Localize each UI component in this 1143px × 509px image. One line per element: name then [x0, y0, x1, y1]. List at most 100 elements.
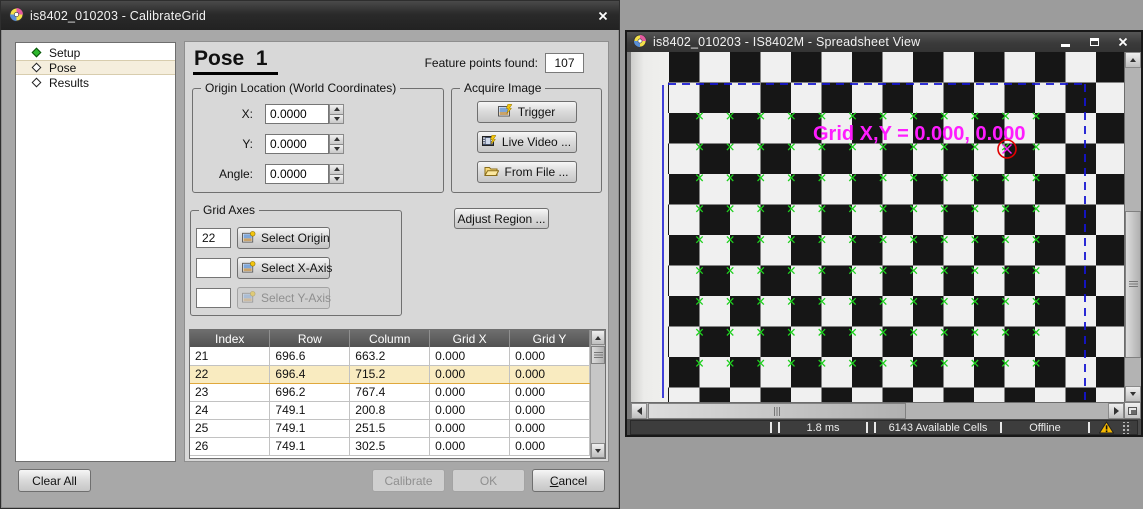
minimize-icon[interactable]	[1057, 35, 1073, 49]
from-file-button[interactable]: From File ...	[477, 161, 577, 183]
scroll-down-icon[interactable]	[591, 443, 605, 458]
origin-x-spinner[interactable]	[329, 104, 344, 124]
column-header-grid-y[interactable]: Grid Y	[510, 330, 590, 347]
close-icon[interactable]	[595, 9, 611, 23]
page-title: Pose 1	[193, 47, 278, 75]
window-title: is8402_010203 - IS8402M - Spreadsheet Vi…	[653, 35, 920, 49]
button-label: Cancel	[550, 474, 587, 488]
maximize-icon[interactable]	[1086, 35, 1102, 49]
spin-down-icon[interactable]	[329, 115, 344, 125]
sidebar-item-pose[interactable]: Pose	[16, 60, 175, 75]
origin-y-field[interactable]	[265, 134, 329, 154]
graphics-overlay: Grid X,Y = 0.000, 0.000	[631, 52, 1124, 402]
table-row[interactable]: 22696.4715.20.0000.000	[190, 365, 590, 383]
scroll-down-icon[interactable]	[1125, 386, 1141, 402]
column-header-grid-x[interactable]: Grid X	[430, 330, 510, 347]
spreadsheet-view-window: is8402_010203 - IS8402M - Spreadsheet Vi…	[625, 30, 1143, 437]
insight-logo-icon	[9, 7, 24, 25]
hollow-diamond-icon	[32, 63, 42, 73]
group-title: Origin Location (World Coordinates)	[201, 81, 400, 95]
available-cells: 6143 Available Cells	[879, 421, 997, 434]
origin-angle-field[interactable]	[265, 164, 329, 184]
table-cell: 0.000	[430, 383, 510, 401]
clear-all-button[interactable]: Clear All	[18, 469, 91, 492]
statusbar-separator	[874, 422, 876, 433]
calibrate-button: Calibrate	[372, 469, 445, 492]
sidebar-item-setup[interactable]: Setup	[16, 45, 175, 60]
feature-table-body: 21696.6663.20.0000.00022696.4715.20.0000…	[190, 347, 590, 455]
x-axis-index-field[interactable]	[196, 258, 231, 278]
group-title: Grid Axes	[199, 203, 259, 217]
table-row[interactable]: 26749.1302.50.0000.000	[190, 437, 590, 455]
select-x-axis-button[interactable]: Select X-Axis	[237, 257, 330, 279]
scroll-right-icon[interactable]	[1108, 403, 1124, 419]
button-label: Trigger	[518, 105, 556, 119]
insight-logo-icon	[633, 34, 647, 51]
table-cell: 22	[190, 365, 270, 383]
horizontal-scrollbar[interactable]	[631, 402, 1124, 419]
close-icon[interactable]	[1115, 35, 1131, 49]
scrollbar-thumb[interactable]	[648, 403, 906, 419]
spin-up-icon[interactable]	[329, 134, 344, 145]
view-mode-button[interactable]	[1124, 402, 1141, 419]
column-header-index[interactable]: Index	[190, 330, 270, 347]
open-folder-icon	[484, 165, 499, 180]
button-label: Clear All	[32, 474, 77, 488]
sidebar-item-results[interactable]: Results	[16, 75, 175, 90]
image-point-icon	[242, 261, 256, 276]
table-row[interactable]: 25749.1251.50.0000.000	[190, 419, 590, 437]
calibrate-window-titlebar[interactable]: is8402_010203 - CalibrateGrid	[1, 1, 619, 30]
table-row[interactable]: 23696.2767.40.0000.000	[190, 383, 590, 401]
statusbar-separator	[778, 422, 780, 433]
spin-up-icon[interactable]	[329, 104, 344, 115]
trigger-button[interactable]: Trigger	[477, 101, 577, 123]
acquire-image-group: Acquire Image Trigger Live Video ... Fro…	[451, 88, 602, 193]
spin-down-icon[interactable]	[329, 145, 344, 155]
grid-axes-group: Grid Axes 22 Select Origin Select X-Axis	[190, 210, 402, 316]
origin-location-group: Origin Location (World Coordinates) X: Y…	[192, 88, 444, 193]
grid-xy-label: Grid X,Y = 0.000, 0.000	[813, 123, 1026, 145]
spin-down-icon[interactable]	[329, 175, 344, 185]
hollow-diamond-icon	[32, 78, 42, 88]
table-cell: 767.4	[350, 383, 430, 401]
select-y-axis-row: Select Y-Axis	[191, 283, 401, 313]
scrollbar-thumb[interactable]	[591, 346, 605, 364]
table-row[interactable]: 21696.6663.20.0000.000	[190, 347, 590, 365]
origin-y-spinner[interactable]	[329, 134, 344, 154]
origin-index-field[interactable]: 22	[196, 228, 231, 248]
table-cell: 251.5	[350, 419, 430, 437]
scrollbar-thumb[interactable]	[1125, 211, 1141, 358]
resize-grip[interactable]	[1121, 422, 1131, 434]
spin-up-icon[interactable]	[329, 164, 344, 175]
origin-x-field[interactable]	[265, 104, 329, 124]
origin-y-row: Y:	[193, 129, 443, 159]
table-scrollbar[interactable]	[590, 330, 605, 458]
table-cell: 0.000	[430, 347, 510, 365]
spreadsheet-window-titlebar[interactable]: is8402_010203 - IS8402M - Spreadsheet Vi…	[627, 32, 1141, 52]
pose-panel: Pose 1 Feature points found: 107 Origin …	[184, 41, 609, 462]
adjust-region-button[interactable]: Adjust Region ...	[454, 208, 549, 229]
column-header-column[interactable]: Column	[350, 330, 430, 347]
warning-triangle-icon[interactable]	[1093, 421, 1119, 434]
live-video-button[interactable]: Live Video ...	[477, 131, 577, 153]
column-header-row[interactable]: Row	[270, 330, 350, 347]
select-origin-button[interactable]: Select Origin	[237, 227, 330, 249]
scroll-up-icon[interactable]	[591, 330, 605, 345]
origin-angle-spinner[interactable]	[329, 164, 344, 184]
cancel-button[interactable]: Cancel	[532, 469, 605, 492]
scroll-up-icon[interactable]	[1125, 52, 1141, 68]
y-axis-index-field[interactable]	[196, 288, 231, 308]
calibration-image[interactable]: Grid X,Y = 0.000, 0.000	[631, 52, 1124, 402]
table-cell: 0.000	[430, 401, 510, 419]
button-label: Calibrate	[384, 474, 432, 488]
table-cell: 0.000	[430, 419, 510, 437]
table-cell: 0.000	[510, 383, 590, 401]
vertical-scrollbar[interactable]	[1124, 52, 1141, 402]
table-row[interactable]: 24749.1200.80.0000.000	[190, 401, 590, 419]
table-cell: 696.2	[270, 383, 350, 401]
table-cell: 0.000	[510, 437, 590, 455]
table-cell: 0.000	[510, 401, 590, 419]
scroll-left-icon[interactable]	[631, 403, 647, 419]
sidebar-item-label: Results	[49, 76, 89, 90]
window-layout-icon	[1128, 407, 1137, 415]
